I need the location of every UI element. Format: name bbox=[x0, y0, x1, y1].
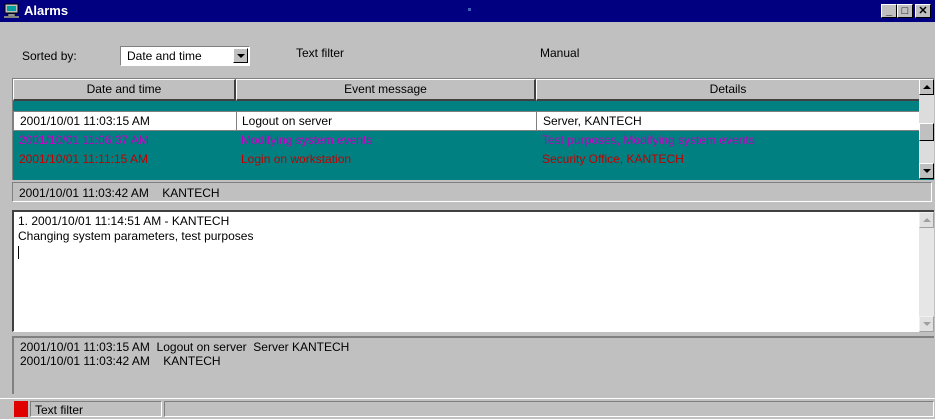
close-icon: ✕ bbox=[918, 5, 928, 17]
computer-icon bbox=[4, 3, 20, 18]
table-row[interactable]: 2001/10/01 11:11:15 AM Login on workstat… bbox=[13, 150, 921, 168]
column-header-date[interactable]: Date and time bbox=[13, 79, 236, 101]
maximize-icon: □ bbox=[901, 5, 909, 17]
sorted-by-label: Sorted by: bbox=[22, 49, 77, 63]
row-details: Security Office, KANTECH bbox=[542, 152, 684, 166]
status-panel-empty bbox=[164, 401, 934, 417]
editor-line: 1. 2001/10/01 11:14:51 AM - KANTECH bbox=[18, 214, 230, 228]
text-filter-button[interactable]: Text filter bbox=[296, 46, 344, 60]
scroll-up-button[interactable] bbox=[919, 79, 934, 95]
close-button[interactable]: ✕ bbox=[915, 4, 931, 18]
selected-alarm-text: 2001/10/01 11:03:42 AM KANTECH bbox=[19, 186, 220, 200]
sort-select[interactable]: Date and time bbox=[120, 46, 250, 66]
scroll-down-button[interactable] bbox=[919, 316, 934, 332]
row-details: Test purposes, Modifying system events bbox=[542, 133, 755, 147]
column-header-event[interactable]: Event message bbox=[236, 79, 536, 101]
row-message: Login on workstation bbox=[241, 152, 352, 166]
row-details: Server, KANTECH bbox=[543, 114, 642, 128]
editor-line: Changing system parameters, test purpose… bbox=[18, 229, 254, 243]
table-row[interactable]: 2001/10/01 11:03:15 AM Logout on server … bbox=[13, 111, 921, 131]
maximize-button[interactable]: □ bbox=[897, 4, 913, 18]
status-filter-text: Text filter bbox=[35, 403, 84, 417]
log-line: 2001/10/01 11:03:42 AM KANTECH bbox=[20, 354, 221, 368]
chevron-up-icon bbox=[923, 85, 931, 89]
alarm-log: 2001/10/01 11:03:15 AM Logout on server … bbox=[12, 336, 934, 394]
row-date: 2001/10/01 11:03:15 AM bbox=[20, 114, 150, 128]
alarm-notes-editor[interactable]: 1. 2001/10/01 11:14:51 AM - KANTECH Chan… bbox=[12, 210, 934, 332]
minimize-icon: _ bbox=[885, 5, 893, 17]
chevron-up-icon bbox=[923, 218, 931, 222]
toolbar: Sorted by: Date and time Text filter Man… bbox=[2, 24, 933, 82]
title-bar[interactable]: Alarms _ □ ✕ bbox=[0, 0, 935, 22]
status-panel-filter: Text filter bbox=[30, 401, 162, 417]
scroll-down-button[interactable] bbox=[919, 163, 934, 179]
grid-scrollbar[interactable] bbox=[919, 79, 934, 179]
alarm-indicator bbox=[14, 401, 28, 417]
scroll-thumb[interactable] bbox=[919, 123, 934, 141]
minimize-button[interactable]: _ bbox=[881, 4, 897, 18]
log-line: 2001/10/01 11:03:15 AM Logout on server … bbox=[20, 340, 350, 354]
chevron-down-icon bbox=[923, 169, 931, 173]
sort-select-value: Date and time bbox=[127, 49, 202, 63]
sort-dropdown-button[interactable] bbox=[233, 48, 248, 63]
chevron-down-icon bbox=[923, 322, 931, 326]
column-header-details[interactable]: Details bbox=[536, 79, 921, 101]
table-row[interactable]: 2001/10/01 11:06:37 AM Modifying system … bbox=[13, 131, 921, 149]
scroll-up-button[interactable] bbox=[919, 212, 934, 228]
column-divider bbox=[536, 112, 537, 130]
alarms-window: Alarms _ □ ✕ Sorted by: Date and time Te… bbox=[0, 0, 935, 419]
column-divider bbox=[236, 112, 237, 130]
chevron-down-icon bbox=[237, 54, 245, 58]
manual-button[interactable]: Manual bbox=[540, 46, 579, 60]
grid-header: Date and time Event message Details bbox=[13, 79, 921, 101]
row-message: Modifying system events bbox=[241, 133, 373, 147]
text-cursor bbox=[18, 246, 19, 259]
editor-scrollbar[interactable] bbox=[919, 212, 934, 332]
selected-alarm-bar: 2001/10/01 11:03:42 AM KANTECH bbox=[12, 182, 932, 202]
alarm-grid[interactable]: Date and time Event message Details 2001… bbox=[12, 78, 934, 180]
row-date: 2001/10/01 11:11:15 AM bbox=[19, 152, 148, 166]
window-title: Alarms bbox=[24, 3, 69, 18]
row-message: Logout on server bbox=[242, 114, 333, 128]
status-bar: Text filter bbox=[0, 398, 935, 419]
title-marker bbox=[468, 8, 471, 11]
row-date: 2001/10/01 11:06:37 AM bbox=[19, 133, 149, 147]
